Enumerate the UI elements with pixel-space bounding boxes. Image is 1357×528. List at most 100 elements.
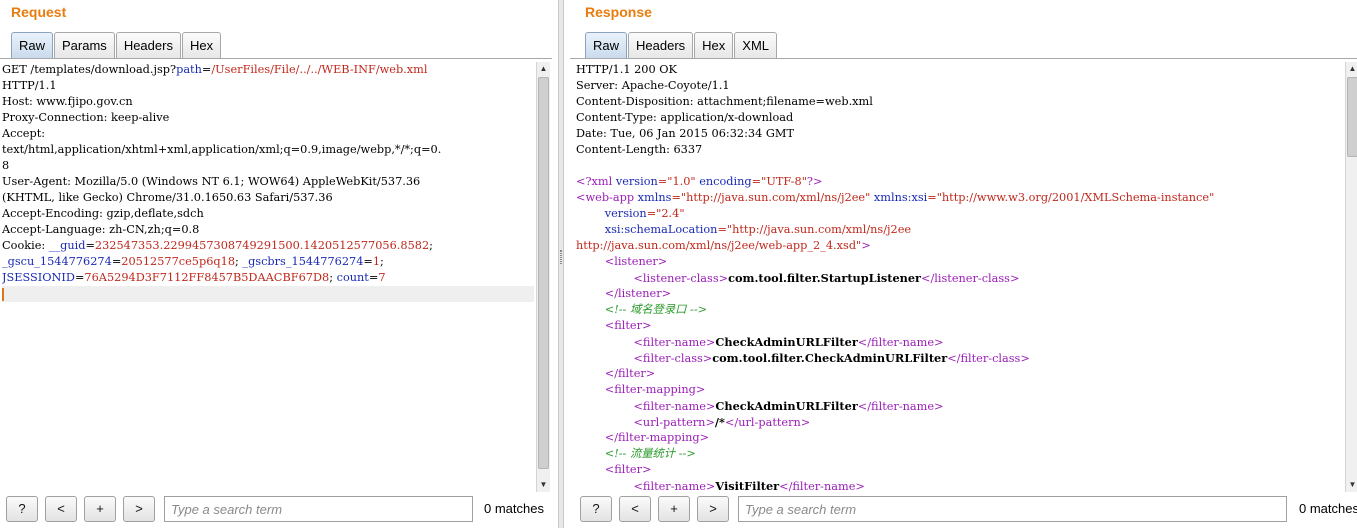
code-token: Accept:: [2, 127, 46, 140]
code-token: ="UTF-8": [751, 175, 807, 188]
code-token: <filter>: [604, 463, 652, 476]
scroll-up-icon[interactable]: ▲: [537, 62, 550, 76]
code-token: ;: [329, 271, 337, 284]
previous-match-button[interactable]: <: [619, 496, 651, 522]
previous-match-button[interactable]: <: [45, 496, 77, 522]
response-editor[interactable]: HTTP/1.1 200 OK Server: Apache-Coyote/1.1…: [576, 62, 1346, 492]
code-token: </filter-class>: [947, 352, 1030, 365]
next-match-button[interactable]: >: [697, 496, 729, 522]
code-token: <listener-class>: [633, 272, 729, 285]
scroll-thumb[interactable]: [538, 77, 549, 469]
code-line: User-Agent: Mozilla/5.0 (Windows NT 6.1;…: [2, 174, 534, 190]
response-title: Response: [585, 4, 652, 20]
code-line: <!-- 流量统计 -->: [576, 446, 1346, 462]
code-token: </filter-mapping>: [604, 431, 710, 444]
tab-headers[interactable]: Headers: [628, 32, 694, 59]
request-editor[interactable]: GET /templates/download.jsp?path=/UserFi…: [2, 62, 534, 492]
pane-splitter[interactable]: [558, 0, 564, 528]
code-token: ;: [429, 239, 433, 252]
code-line: <url-pattern>/*</url-pattern>: [576, 414, 1346, 430]
code-token: com.tool.filter.StartupListener: [728, 271, 922, 285]
code-token: =: [368, 271, 379, 284]
code-token: 232547353.2299457308749291500.1420512577…: [94, 239, 430, 252]
code-line: <!-- 域名登录口 -->: [576, 302, 1346, 318]
code-line: Accept-Encoding: gzip,deflate,sdch: [2, 206, 534, 222]
code-line: Server: Apache-Coyote/1.1: [576, 78, 1346, 94]
code-token: GET /templates/download.jsp?: [2, 63, 177, 76]
scroll-up-icon[interactable]: ▲: [1346, 62, 1357, 76]
search-input[interactable]: [738, 496, 1287, 522]
code-line: <filter>: [576, 318, 1346, 334]
code-token: >: [861, 239, 871, 252]
code-token: version: [615, 175, 658, 188]
code-token: /UserFiles/File/../../WEB-INF/web.xml: [211, 63, 428, 76]
request-scrollbar[interactable]: ▲ ▼: [536, 62, 550, 492]
tab-hex[interactable]: Hex: [181, 32, 222, 59]
splitter-grip-icon[interactable]: [560, 250, 562, 264]
code-line: Content-Length: 6337: [576, 142, 1346, 158]
code-token: Accept-Language: zh-CN,zh;q=0.8: [2, 223, 200, 236]
code-token: Content-Type: application/x-download: [576, 111, 794, 124]
request-pane: Request Raw Params Headers Hex GET /templat…: [0, 0, 552, 528]
help-button[interactable]: ?: [580, 496, 612, 522]
code-token: ="http://java.sun.com/xml/ns/j2ee: [717, 223, 912, 236]
scroll-thumb[interactable]: [1347, 77, 1357, 157]
code-token: http://java.sun.com/xml/ns/j2ee/web-app_…: [576, 239, 862, 252]
code-token: ="http://www.w3.org/2001/XMLSchema-insta…: [927, 191, 1215, 204]
code-line: <filter-name>CheckAdminURLFilter</filter…: [576, 334, 1346, 350]
code-token: <filter>: [604, 319, 652, 332]
code-line: HTTP/1.1: [2, 78, 534, 94]
tab-divider: [570, 58, 1357, 59]
code-token: </listener>: [604, 287, 672, 300]
next-match-button[interactable]: >: [123, 496, 155, 522]
scroll-down-icon[interactable]: ▼: [537, 478, 550, 492]
code-token: </filter-name>: [779, 480, 865, 492]
code-token: Accept-Encoding: gzip,deflate,sdch: [2, 207, 204, 220]
code-token: 76A5294D3F7112FF8457B5DAACBF67D8: [84, 271, 330, 284]
current-line[interactable]: [2, 286, 534, 302]
code-token: </listener-class>: [921, 272, 1020, 285]
code-line: 8: [2, 158, 534, 174]
tab-hex[interactable]: Hex: [694, 32, 734, 59]
code-line: <filter-name>CheckAdminURLFilter</filter…: [576, 398, 1346, 414]
code-token: __guid: [48, 239, 86, 252]
code-line: JSESSIONID=76A5294D3F7112FF8457B5DAACBF6…: [2, 270, 534, 286]
request-search-bar: ? < + > 0 matches: [0, 496, 552, 524]
code-token: xmlns:xsi: [873, 191, 928, 204]
code-line: <filter-class>com.tool.filter.CheckAdmin…: [576, 350, 1346, 366]
tab-raw[interactable]: Raw: [11, 32, 54, 59]
code-token: </filter-name>: [857, 336, 944, 349]
code-line: GET /templates/download.jsp?path=/UserFi…: [2, 62, 534, 78]
code-token: Host: www.fjipo.gov.cn: [2, 95, 133, 108]
code-token: =: [74, 271, 85, 284]
tab-headers[interactable]: Headers: [115, 32, 181, 59]
search-input[interactable]: [164, 496, 473, 522]
response-scrollbar[interactable]: ▲ ▼: [1345, 62, 1357, 492]
response-pane: Response Raw Headers Hex XML HTTP/1.1 200 O…: [570, 0, 1357, 528]
add-button[interactable]: +: [658, 496, 690, 522]
add-button[interactable]: +: [84, 496, 116, 522]
code-token: <filter-mapping>: [604, 383, 706, 396]
code-line: Date: Tue, 06 Jan 2015 06:32:34 GMT: [576, 126, 1346, 142]
code-token: =: [85, 239, 95, 252]
code-line: <listener-class>com.tool.filter.StartupL…: [576, 270, 1346, 286]
scroll-down-icon[interactable]: ▼: [1346, 478, 1357, 492]
code-token: <listener>: [604, 255, 668, 268]
tab-raw[interactable]: Raw: [585, 32, 628, 59]
tab-params[interactable]: Params: [54, 32, 115, 59]
code-token: count: [336, 271, 369, 284]
tab-xml[interactable]: XML: [734, 32, 778, 59]
code-token: encoding: [699, 175, 752, 188]
request-title: Request: [11, 4, 67, 20]
code-token: version: [604, 207, 647, 220]
help-button[interactable]: ?: [6, 496, 38, 522]
code-token: 1: [372, 255, 381, 268]
code-line: Content-Type: application/x-download: [576, 110, 1346, 126]
